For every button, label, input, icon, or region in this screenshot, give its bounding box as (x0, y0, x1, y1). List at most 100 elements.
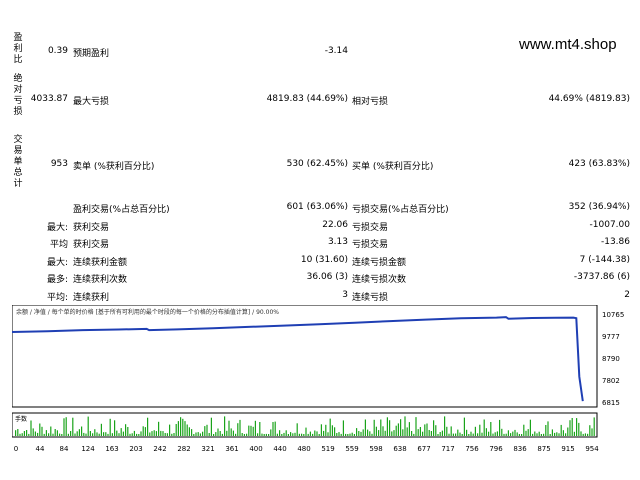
volume-bar (17, 429, 19, 436)
volume-bar (380, 419, 382, 436)
volume-bar (510, 433, 512, 436)
x-tick-label: 598 (369, 445, 382, 453)
profit-trades-value: 601 (63.06%) (286, 202, 348, 212)
volume-bar (406, 427, 408, 436)
volume-bar (477, 433, 479, 436)
largest-profit-label: 获利交易 (73, 223, 110, 233)
volume-bar (56, 430, 58, 436)
volume-bar (461, 434, 463, 436)
volume-bar (279, 430, 281, 436)
x-tick-label: 796 (489, 445, 503, 453)
profit-trades-label: 盈利交易(%占总百分比) (73, 205, 170, 215)
absolute-drawdown-value: 4033.87 (30, 94, 68, 104)
volume-bar (327, 432, 329, 436)
largest-loss-label: 亏损交易 (352, 223, 389, 233)
volume-bar (254, 420, 256, 436)
volume-bar (76, 431, 78, 436)
volume-bar (268, 434, 270, 436)
volume-bar (488, 431, 490, 436)
volume-bar (65, 417, 67, 436)
max-consecutive-losses-value: 7 (-144.38) (579, 255, 630, 265)
volume-bar (483, 419, 485, 436)
max-drawdown-label: 最大亏损 (73, 97, 110, 107)
volume-bar (184, 421, 186, 436)
balance-chart-svg: 余额 / 净值 / 每个单的时价格 [基于所有可利用的最个时段的每一个价格的分布… (11, 304, 624, 453)
volume-bar (182, 418, 184, 436)
volume-bar (274, 421, 276, 436)
y-tick-label: 10765 (602, 311, 624, 319)
volume-bar (527, 429, 529, 436)
volume-bar (411, 431, 413, 436)
loss-trades-label: 亏损交易(%占总百分比) (352, 205, 449, 215)
volume-bar (39, 423, 41, 436)
volume-bar (340, 433, 342, 436)
volume-bar (246, 433, 248, 436)
volume-bar (571, 418, 573, 436)
volume-bar (250, 425, 252, 436)
volume-bar (386, 417, 388, 436)
x-tick-label: 0 (14, 445, 18, 453)
volume-bar (452, 433, 454, 436)
volume-bar (78, 429, 80, 436)
short-positions-label: 卖单 (%获利百分比) (73, 162, 155, 172)
volume-bar (547, 421, 549, 436)
volume-bar (567, 427, 569, 436)
volume-bar (342, 420, 344, 436)
volume-bar (32, 428, 34, 436)
volume-bar (37, 432, 39, 436)
volume-bar (193, 434, 195, 436)
volume-bar (303, 434, 305, 436)
volume-bar (323, 430, 325, 436)
max-consecutive-loss-value: -3737.86 (6) (573, 272, 630, 282)
volume-bar (373, 419, 375, 436)
volume-bar (276, 433, 278, 436)
volume-bar (417, 429, 419, 436)
volume-bar (360, 431, 362, 436)
volume-bar (382, 426, 384, 436)
short-positions-value: 530 (62.45%) (286, 159, 348, 169)
volume-bar (369, 431, 371, 436)
volume-bar (540, 434, 542, 436)
volume-bar (514, 429, 516, 436)
volume-bar (415, 417, 417, 436)
volume-bar (202, 431, 204, 436)
x-tick-label: 559 (345, 445, 358, 453)
y-tick-label: 7802 (602, 377, 620, 385)
volume-bar (287, 434, 289, 436)
volume-bar (120, 428, 122, 436)
volume-bar (261, 433, 263, 436)
volume-bar (529, 419, 531, 436)
volume-bar (26, 430, 28, 436)
max-consecutive-profit-value: 36.06 (3) (306, 272, 348, 282)
x-tick-label: 203 (129, 445, 142, 453)
volume-plot-frame (11, 412, 598, 438)
volume-bar (329, 418, 331, 436)
volume-bar (424, 424, 426, 436)
volume-bar (100, 423, 102, 436)
x-tick-label: 954 (585, 445, 599, 453)
volume-bar (395, 425, 397, 436)
volume-bar (30, 420, 32, 436)
y-tick-label: 8790 (602, 355, 620, 363)
volume-bar (243, 434, 245, 436)
volume-bar (23, 431, 25, 436)
volume-bar (490, 422, 492, 436)
balance-chart: 余额 / 净值 / 每个单的时价格 [基于所有可利用的最个时段的每一个价格的分布… (11, 304, 630, 453)
volume-bar (138, 434, 140, 436)
volume-bar (226, 430, 228, 436)
volume-bar (171, 433, 173, 436)
x-tick-label: 163 (105, 445, 118, 453)
volume-bar (129, 433, 131, 436)
volume-bar (127, 427, 129, 436)
volume-bar (109, 418, 111, 436)
volume-bar (501, 428, 503, 436)
volume-bar (580, 431, 582, 436)
volume-bar (195, 432, 197, 436)
volume-bar (186, 424, 188, 436)
volume-bar (96, 432, 98, 436)
volume-bar (228, 420, 230, 436)
volume-bar (402, 429, 404, 436)
volume-bar (320, 424, 322, 436)
volume-bar (63, 418, 65, 436)
volume-bar (591, 428, 593, 436)
